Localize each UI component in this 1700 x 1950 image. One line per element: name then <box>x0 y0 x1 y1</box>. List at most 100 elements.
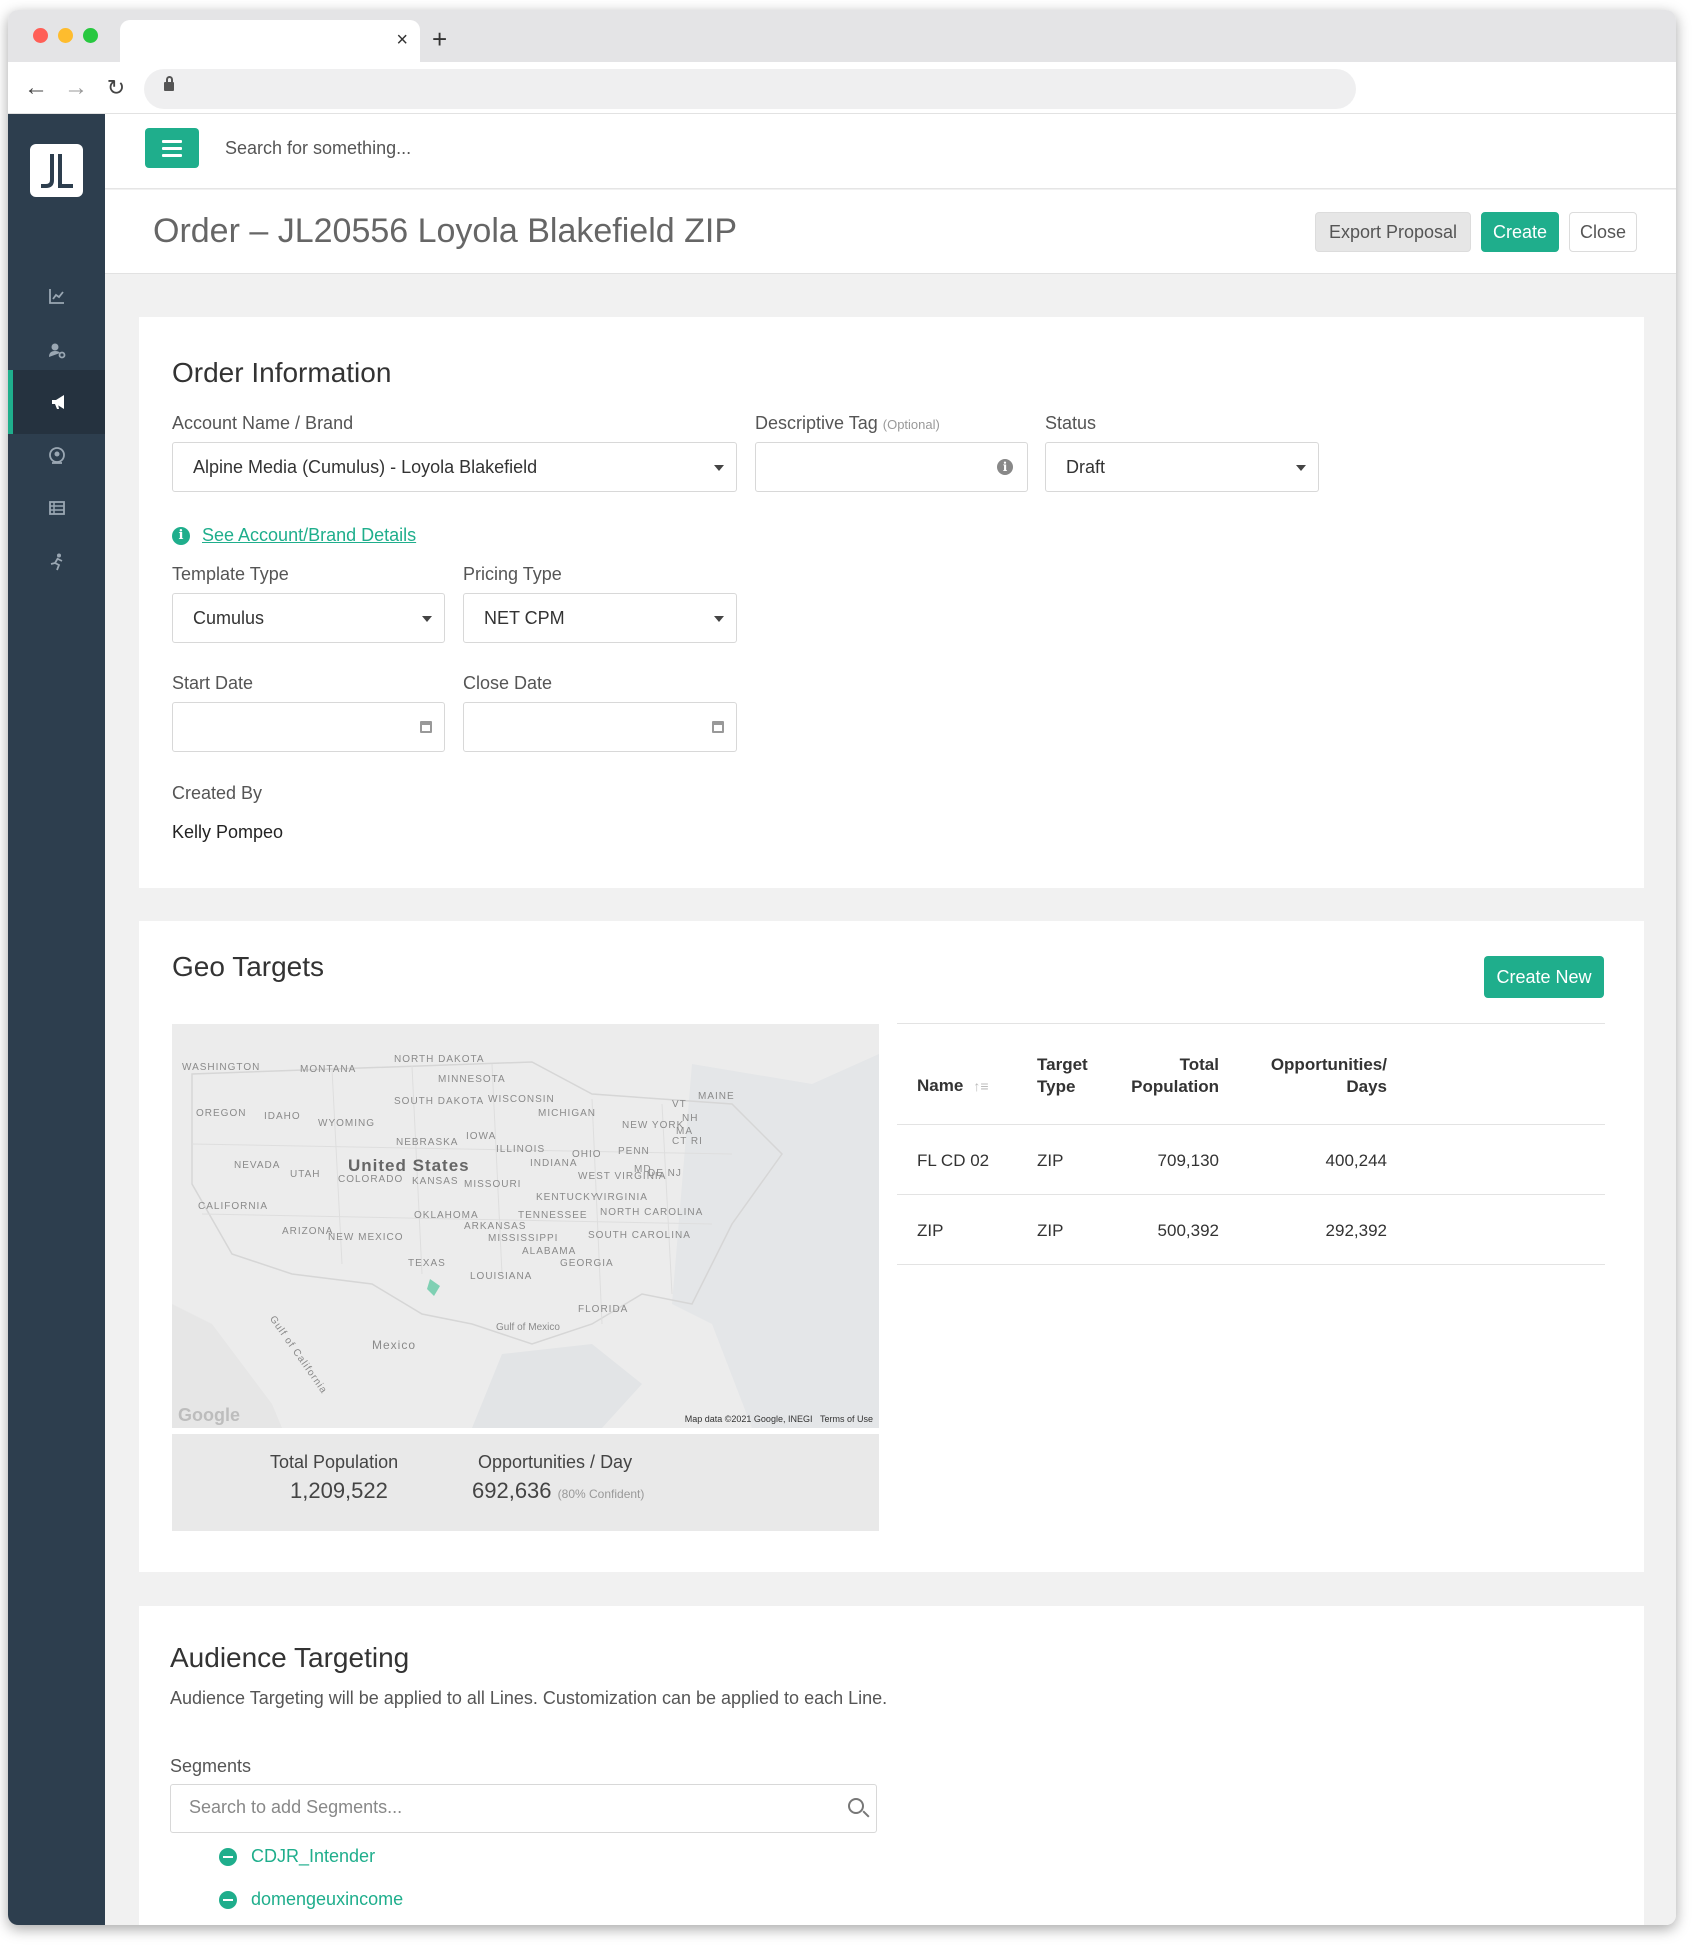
remove-circle-icon[interactable] <box>219 1890 237 1909</box>
new-tab-icon[interactable]: + <box>432 26 447 52</box>
sort-icon[interactable]: ↑≡ <box>973 1078 988 1094</box>
calendar-icon[interactable] <box>712 721 724 733</box>
sidebar-item-activity[interactable] <box>8 530 105 594</box>
template-type-value: Cumulus <box>193 607 265 628</box>
menu-toggle-button[interactable] <box>145 128 199 168</box>
jl-logo-icon <box>41 154 73 188</box>
table-header-row: Name ↑≡ Target Type Total Population Opport… <box>897 1023 1605 1125</box>
back-arrow-icon[interactable]: ← <box>22 74 50 102</box>
geo-targets-card: Geo Targets Create New WASHINGTON MONTAN… <box>139 921 1644 1572</box>
audience-targeting-card: Audience Targeting Audience Targeting wi… <box>139 1606 1644 1925</box>
close-button[interactable]: Close <box>1569 212 1637 252</box>
map-state-label: NEBRASKA <box>396 1137 459 1148</box>
window-minimize-dot[interactable] <box>58 28 73 43</box>
create-new-button[interactable]: Create New <box>1484 956 1604 998</box>
search-icon[interactable] <box>848 1798 864 1814</box>
user-circle-icon <box>48 447 65 464</box>
column-header-name[interactable]: Name ↑≡ <box>917 1076 988 1096</box>
map-state-label: KENTUCKY <box>536 1192 599 1203</box>
pricing-type-value: NET CPM <box>484 607 565 628</box>
map-state-label: MICHIGAN <box>538 1108 596 1119</box>
map-state-label: SOUTH CAROLINA <box>588 1230 691 1241</box>
segments-search-field[interactable] <box>170 1784 877 1833</box>
see-account-details-link[interactable]: See Account/Brand Details <box>202 525 416 546</box>
user-settings-icon <box>48 343 65 359</box>
column-header-opportunities[interactable]: Opportunities/Days <box>1257 1054 1387 1098</box>
hamburger-line <box>162 153 182 157</box>
jl-logo[interactable] <box>30 144 83 197</box>
map-state-label: MINNESOTA <box>438 1074 506 1085</box>
map-data-credit: Map data ©2021 Google, INEGI <box>684 1414 813 1424</box>
segment-name[interactable]: CDJR_Intender <box>251 1846 375 1867</box>
geo-population-cell: 709,130 <box>1157 1151 1219 1170</box>
column-header-target-type[interactable]: Target Type <box>1037 1054 1088 1098</box>
segment-name[interactable]: domengeuxincome <box>251 1889 403 1910</box>
hamburger-line <box>162 146 182 150</box>
descriptive-tag-input[interactable]: i <box>755 442 1028 492</box>
map-water-label: Gulf of Mexico <box>496 1322 560 1333</box>
audience-targeting-title: Audience Targeting <box>170 1642 410 1673</box>
geo-opportunities-cell: 400,244 <box>1325 1151 1387 1170</box>
column-header-target-type-line1: Target <box>1037 1055 1088 1074</box>
geo-targets-table: Name ↑≡ Target Type Total Population Opport… <box>897 1023 1605 1265</box>
app-root: Order – JL20556 Loyola Blakefield ZIP Ex… <box>8 114 1676 1925</box>
map-state-label: WYOMING <box>318 1118 375 1129</box>
chevron-down-icon <box>714 616 724 622</box>
status-select[interactable]: Draft <box>1045 442 1319 492</box>
map-state-label: NEVADA <box>234 1160 281 1171</box>
account-name-select[interactable]: Alpine Media (Cumulus) - Loyola Blakefie… <box>172 442 737 492</box>
start-date-input[interactable] <box>172 702 445 752</box>
column-header-target-type-line2: Type <box>1037 1077 1076 1096</box>
column-header-total-population-line2: Population <box>1131 1077 1219 1096</box>
map-state-label: MISSOURI <box>464 1179 522 1190</box>
column-header-name-label: Name <box>917 1076 964 1095</box>
map-state-label: KANSAS <box>412 1176 459 1187</box>
map-state-label: IDAHO <box>264 1111 301 1122</box>
close-date-label: Close Date <box>463 673 553 693</box>
opportunities-day-value: 692,636 (80% Confident) <box>472 1478 644 1504</box>
geo-opportunities-cell: 292,392 <box>1325 1221 1387 1240</box>
pricing-type-select[interactable]: NET CPM <box>463 593 737 643</box>
export-proposal-button[interactable]: Export Proposal <box>1315 212 1471 252</box>
reload-icon[interactable]: ↻ <box>102 74 130 102</box>
map-state-label: CT RI <box>672 1136 703 1147</box>
segments-label: Segments <box>170 1756 252 1776</box>
created-by-value: Kelly Pompeo <box>172 822 284 842</box>
address-bar[interactable] <box>144 69 1356 109</box>
remove-circle-icon[interactable] <box>219 1847 237 1866</box>
map-state-label: TENNESSEE <box>518 1210 588 1221</box>
map-state-label: SOUTH DAKOTA <box>394 1096 485 1107</box>
map-state-label: COLORADO <box>338 1174 404 1185</box>
confidence-note: (80% Confident) <box>557 1487 645 1501</box>
map-state-label: LOUISIANA <box>470 1271 533 1282</box>
lock-icon <box>164 76 174 91</box>
map-state-label: MISSISSIPPI <box>488 1233 559 1244</box>
tab-close-icon[interactable]: × <box>396 29 408 51</box>
segments-search-input[interactable] <box>189 1797 789 1818</box>
table-row[interactable]: FL CD 02 ZIP 709,130 400,244 <box>897 1125 1605 1195</box>
table-row[interactable]: ZIP ZIP 500,392 292,392 <box>897 1195 1605 1265</box>
global-search-input[interactable] <box>225 131 725 165</box>
calendar-icon[interactable] <box>420 721 432 733</box>
close-date-input[interactable] <box>463 702 737 752</box>
window-close-dot[interactable] <box>33 28 48 43</box>
geo-map[interactable]: WASHINGTON MONTANA NORTH DAKOTA MINNESOT… <box>172 1024 879 1428</box>
map-terms-link[interactable]: Terms of Use <box>820 1414 873 1424</box>
segment-item: CDJR_Intender <box>219 1846 375 1867</box>
order-information-title: Order Information <box>172 357 392 388</box>
chevron-down-icon <box>714 465 724 471</box>
info-icon[interactable]: i <box>997 459 1013 475</box>
map-state-label: INDIANA <box>530 1158 578 1169</box>
column-header-total-population[interactable]: Total Population <box>1127 1054 1219 1098</box>
google-logo: Google <box>178 1405 240 1425</box>
template-type-select[interactable]: Cumulus <box>172 593 445 643</box>
map-state-label: ARIZONA <box>282 1226 334 1237</box>
forward-arrow-icon[interactable]: → <box>62 74 90 102</box>
column-header-total-population-line1: Total <box>1179 1055 1219 1074</box>
order-information-card: Order Information Account Name / Brand A… <box>139 317 1644 888</box>
create-button[interactable]: Create <box>1481 212 1559 252</box>
browser-tab[interactable]: × <box>120 20 420 62</box>
chevron-down-icon <box>422 616 432 622</box>
window-maximize-dot[interactable] <box>83 28 98 43</box>
browser-navbar: ← → ↻ <box>8 62 1676 114</box>
